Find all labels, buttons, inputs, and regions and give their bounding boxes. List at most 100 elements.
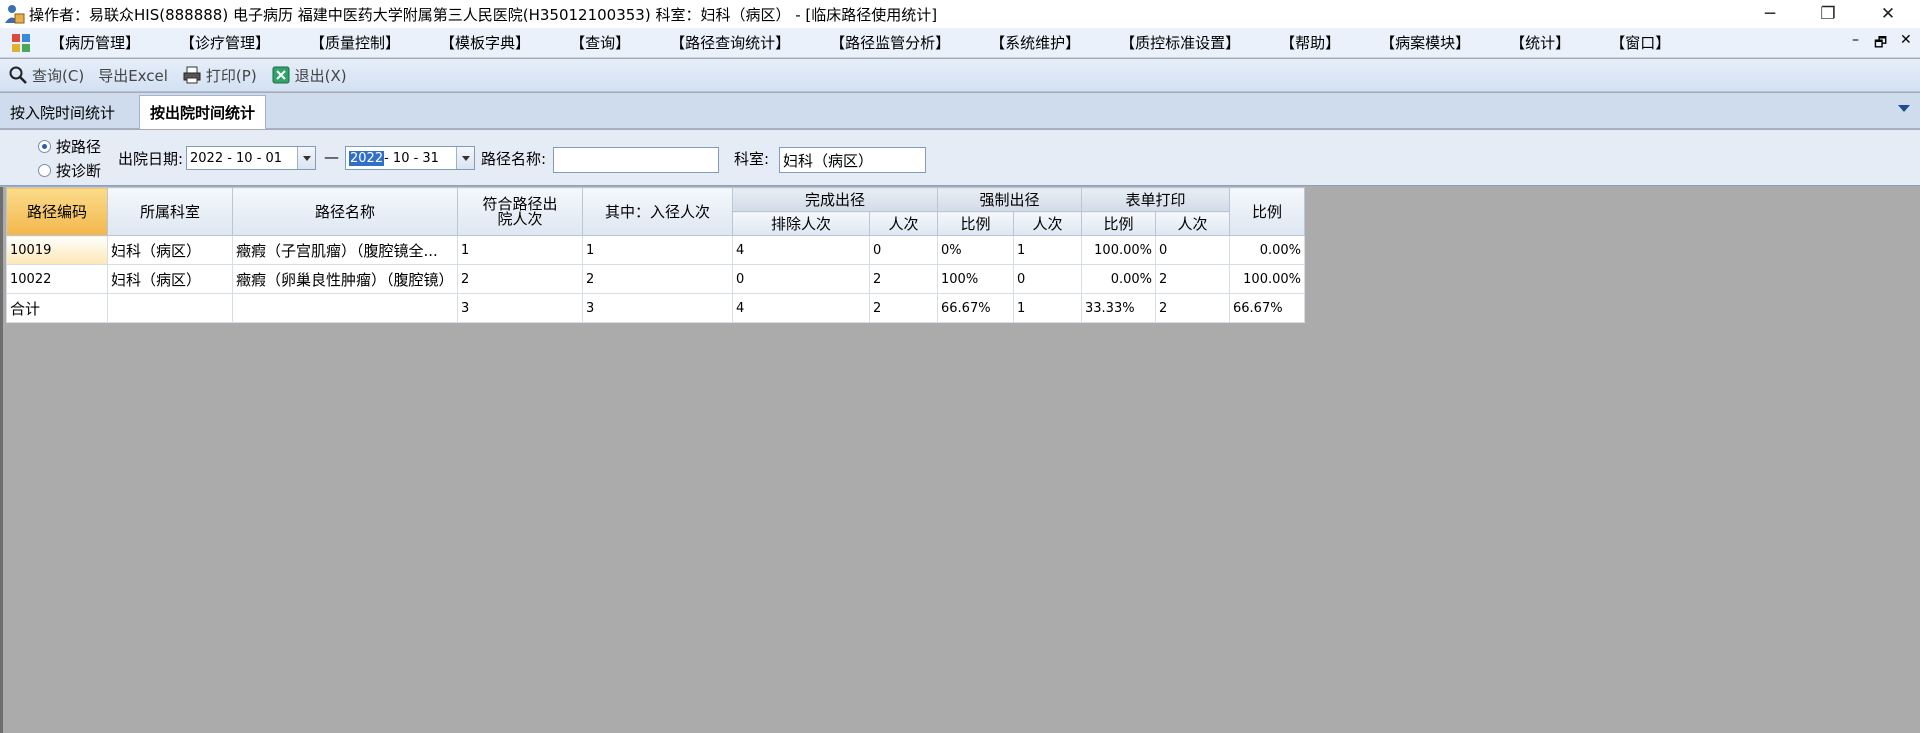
- cell-dept[interactable]: [107, 293, 233, 323]
- menu-treatment-management[interactable]: 【诊疗管理】: [180, 32, 270, 53]
- cell-path-code[interactable]: 10022: [6, 264, 108, 294]
- menu-query[interactable]: 【查询】: [570, 32, 630, 53]
- col-eligible-line2: 院人次: [497, 209, 543, 228]
- cell-complete-excluded[interactable]: 4: [732, 235, 870, 265]
- date-from-picker[interactable]: 2022 - 10 - 01: [186, 146, 316, 170]
- path-name-input[interactable]: [553, 147, 719, 173]
- cell-complete-count[interactable]: 0: [869, 235, 938, 265]
- exit-label: 退出(X): [294, 66, 347, 85]
- cell-form-count[interactable]: 2: [1155, 264, 1230, 294]
- table-total-row[interactable]: 合计 3 3 4 2 66.67% 1 33.33% 2 66.67%: [6, 293, 1305, 323]
- date-from-dropdown-button[interactable]: [297, 147, 315, 169]
- cell-forced-count[interactable]: 0: [1013, 264, 1082, 294]
- menu-template-dictionary[interactable]: 【模板字典】: [440, 32, 530, 53]
- cell-ratio[interactable]: 100.00%: [1229, 264, 1305, 294]
- query-button[interactable]: 查询(C): [8, 65, 84, 86]
- cell-path-name[interactable]: 癥瘕（子宫肌瘤）（腹腔镜全...: [232, 235, 458, 265]
- cell-forced-count[interactable]: 1: [1013, 235, 1082, 265]
- date-to-dropdown-button[interactable]: [456, 147, 474, 169]
- cell-form-count[interactable]: 2: [1155, 293, 1230, 323]
- cell-complete-excluded[interactable]: 0: [732, 264, 870, 294]
- cell-dept[interactable]: 妇科（病区）: [107, 235, 233, 265]
- date-to-year-selected: 2022: [349, 150, 385, 166]
- export-excel-button[interactable]: 导出Excel: [98, 65, 168, 86]
- col-path-code[interactable]: 路径编码: [6, 187, 108, 236]
- cell-ratio[interactable]: 0.00%: [1229, 235, 1305, 265]
- col-forced-ratio[interactable]: 比例: [937, 211, 1014, 236]
- minimize-button[interactable]: ─: [1742, 0, 1798, 28]
- title-bar: 操作者：易联众HIS(888888) 电子病历 福建中医药大学附属第三人民医院(…: [0, 0, 1920, 28]
- cell-complete-excluded[interactable]: 4: [732, 293, 870, 323]
- cell-entered[interactable]: 2: [582, 264, 733, 294]
- col-entered-path[interactable]: 其中：入径人次: [582, 187, 733, 236]
- col-eligible-discharges[interactable]: 符合路径出 院人次: [457, 187, 583, 236]
- cell-entered[interactable]: 1: [582, 235, 733, 265]
- menu-record-management[interactable]: 【病历管理】: [50, 32, 140, 53]
- group-forced-exit: 强制出径: [937, 187, 1082, 212]
- menu-system-maintenance[interactable]: 【系统维护】: [990, 32, 1080, 53]
- toolbar: 查询(C) 导出Excel 打印(P) 退出(X): [0, 59, 1920, 92]
- menu-case-module[interactable]: 【病案模块】: [1380, 32, 1470, 53]
- col-form-ratio[interactable]: 比例: [1081, 211, 1156, 236]
- radio-by-path[interactable]: 按路径: [38, 136, 101, 157]
- col-complete-excluded[interactable]: 排除人次: [732, 211, 870, 236]
- path-name-label: 路径名称:: [481, 150, 547, 168]
- menu-quality-control[interactable]: 【质量控制】: [310, 32, 400, 53]
- menu-path-query-stats[interactable]: 【路径查询统计】: [670, 32, 790, 53]
- menu-window[interactable]: 【窗口】: [1610, 32, 1670, 53]
- cell-form-ratio[interactable]: 33.33%: [1081, 293, 1156, 323]
- cell-form-count[interactable]: 0: [1155, 235, 1230, 265]
- cell-eligible[interactable]: 2: [457, 264, 583, 294]
- col-dept[interactable]: 所属科室: [107, 187, 233, 236]
- date-to-picker[interactable]: 2022 - 10 - 31: [345, 146, 475, 170]
- print-label: 打印(P): [205, 66, 257, 85]
- app-menu-icon[interactable]: [10, 32, 32, 54]
- radio-by-diagnosis[interactable]: 按诊断: [38, 160, 101, 181]
- table-row[interactable]: 10022 妇科（病区） 癥瘕（卵巢良性肿瘤）（腹腔镜） 2 2 0 2 100…: [6, 264, 1305, 294]
- cell-total-label[interactable]: 合计: [6, 293, 108, 323]
- tab-admission-time-stats[interactable]: 按入院时间统计: [0, 95, 125, 129]
- tab-discharge-time-stats[interactable]: 按出院时间统计: [139, 95, 267, 129]
- cell-dept[interactable]: 妇科（病区）: [107, 264, 233, 294]
- cell-eligible[interactable]: 1: [457, 235, 583, 265]
- tab-dropdown-icon[interactable]: [1898, 105, 1910, 112]
- close-button[interactable]: ✕: [1860, 0, 1916, 28]
- col-complete-count[interactable]: 人次: [869, 211, 938, 236]
- cell-complete-count[interactable]: 2: [869, 264, 938, 294]
- mdi-close-button[interactable]: ✕: [1900, 32, 1912, 48]
- menu-help[interactable]: 【帮助】: [1280, 32, 1340, 53]
- dept-input[interactable]: 妇科（病区）: [779, 147, 926, 173]
- col-form-count[interactable]: 人次: [1155, 211, 1230, 236]
- mdi-minimize-button[interactable]: –: [1852, 32, 1859, 48]
- radio-by-path-label: 按路径: [56, 138, 102, 156]
- print-button[interactable]: 打印(P): [182, 65, 257, 86]
- table-row[interactable]: 10019 妇科（病区） 癥瘕（子宫肌瘤）（腹腔镜全... 1 1 4 0 0%…: [6, 235, 1305, 265]
- menu-statistics[interactable]: 【统计】: [1510, 32, 1570, 53]
- cell-complete-count[interactable]: 2: [869, 293, 938, 323]
- cell-forced-ratio[interactable]: 0%: [937, 235, 1014, 265]
- maximize-button[interactable]: ❐: [1800, 0, 1856, 28]
- cell-ratio[interactable]: 66.67%: [1229, 293, 1305, 323]
- query-label: 查询(C): [32, 66, 85, 85]
- export-excel-label: 导出Excel: [98, 66, 168, 85]
- grid-area: 路径编码 所属科室 路径名称 符合路径出 院人次 其中：入径人次 完成出径 强制…: [0, 187, 1920, 733]
- date-from-value: 2022 - 10 - 01: [190, 150, 283, 166]
- cell-path-code[interactable]: 10019: [6, 235, 108, 265]
- cell-eligible[interactable]: 3: [457, 293, 583, 323]
- exit-button[interactable]: 退出(X): [271, 65, 347, 86]
- col-forced-count[interactable]: 人次: [1013, 211, 1082, 236]
- cell-path-name[interactable]: [232, 293, 458, 323]
- col-ratio[interactable]: 比例: [1229, 187, 1305, 236]
- cell-entered[interactable]: 3: [582, 293, 733, 323]
- app-person-icon: [5, 5, 25, 24]
- cell-forced-ratio[interactable]: 100%: [937, 264, 1014, 294]
- col-path-name[interactable]: 路径名称: [232, 187, 458, 236]
- menu-qc-standard-settings[interactable]: 【质控标准设置】: [1120, 32, 1240, 53]
- cell-path-name[interactable]: 癥瘕（卵巢良性肿瘤）（腹腔镜）: [232, 264, 458, 294]
- cell-form-ratio[interactable]: 100.00%: [1081, 235, 1156, 265]
- mdi-restore-button[interactable]: 🗗: [1874, 32, 1887, 56]
- menu-path-monitor-analysis[interactable]: 【路径监管分析】: [830, 32, 950, 53]
- cell-forced-ratio[interactable]: 66.67%: [937, 293, 1014, 323]
- cell-form-ratio[interactable]: 0.00%: [1081, 264, 1156, 294]
- cell-forced-count[interactable]: 1: [1013, 293, 1082, 323]
